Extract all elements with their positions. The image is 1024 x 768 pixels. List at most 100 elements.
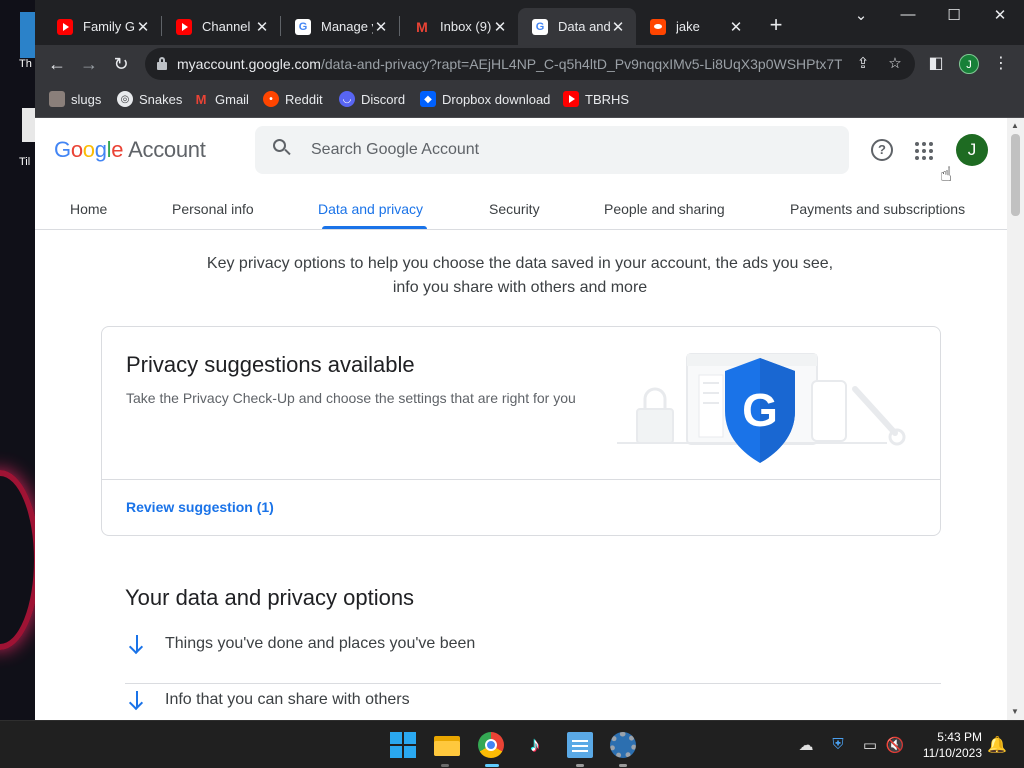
bookmark-discord[interactable]: ◡ Discord xyxy=(339,91,405,107)
forward-button[interactable]: → xyxy=(76,51,102,77)
gmail-icon: M xyxy=(195,91,207,107)
svg-text:G: G xyxy=(742,384,778,436)
volume-icon[interactable]: 🔇 xyxy=(885,736,905,754)
close-tab-icon[interactable]: ✕ xyxy=(373,18,389,36)
start-button[interactable] xyxy=(390,732,416,758)
clock-time: 5:43 PM xyxy=(937,730,982,744)
active-tab-indicator xyxy=(322,226,427,229)
browser-tab[interactable]: Channel c ✕ xyxy=(162,8,280,45)
share-icon[interactable]: ⇪ xyxy=(853,54,873,74)
close-window-button[interactable]: ✕ xyxy=(977,6,1023,24)
side-panel-icon[interactable]: ◧ xyxy=(925,53,947,73)
scrollbar-thumb[interactable] xyxy=(1011,134,1020,216)
youtube-icon xyxy=(563,91,579,107)
bookmark-star-icon[interactable]: ☆ xyxy=(885,54,905,74)
bookmark-tbrhs[interactable]: TBRHS xyxy=(563,91,629,107)
browser-tab-active[interactable]: G Data and ✕ xyxy=(518,8,636,45)
bookmark-snakes[interactable]: ◎ Snakes xyxy=(117,91,182,107)
bookmark-reddit[interactable]: • Reddit xyxy=(263,91,323,107)
discord-icon: ◡ xyxy=(339,91,355,107)
options-section-title: Your data and privacy options xyxy=(125,585,415,610)
bookmark-label: slugs xyxy=(71,91,102,107)
tiktok-icon[interactable]: ♪ xyxy=(522,732,548,758)
close-tab-icon[interactable]: ✕ xyxy=(254,18,270,36)
system-clock[interactable]: 5:43 PM 11/10/2023 xyxy=(912,729,982,761)
globe-icon: ◎ xyxy=(117,91,133,107)
bookmark-dropbox[interactable]: ◆ Dropbox download xyxy=(420,91,550,107)
tab-strip: Family Gu ✕ Channel c ✕ G Manage y ✕ M I… xyxy=(35,0,1024,45)
google-account-logo[interactable]: Google Account xyxy=(54,137,206,163)
url-text[interactable]: myaccount.google.com/data-and-privacy?ra… xyxy=(177,56,842,72)
minimize-button[interactable]: — xyxy=(885,6,931,23)
tab-security[interactable]: Security xyxy=(489,201,540,217)
bookmark-slugs[interactable]: slugs xyxy=(49,91,101,107)
account-wordmark: Account xyxy=(128,137,206,162)
chrome-icon[interactable] xyxy=(478,732,504,758)
bookmark-label: Dropbox download xyxy=(442,91,551,107)
network-icon[interactable]: ▭ xyxy=(860,736,880,754)
help-icon[interactable]: ? xyxy=(871,139,893,161)
google-wordmark: Google xyxy=(54,137,124,162)
desktop-icon-label: Th xyxy=(19,58,32,70)
desktop-file-icon[interactable] xyxy=(22,108,36,142)
new-tab-button[interactable]: + xyxy=(765,12,787,38)
browser-tab[interactable]: Family Gu ✕ xyxy=(43,8,161,45)
maximize-button[interactable]: ☐ xyxy=(931,6,977,24)
profile-avatar[interactable]: J xyxy=(959,54,979,74)
bookmarks-bar: slugs ◎ Snakes M Gmail • Reddit ◡ Discor… xyxy=(35,83,1024,118)
running-indicator xyxy=(576,764,584,767)
option-row[interactable]: Info that you can share with others xyxy=(125,684,941,720)
scroll-down-icon[interactable]: ▼ xyxy=(1011,707,1019,716)
settings-icon[interactable] xyxy=(610,732,636,758)
tab-title: Family Gu xyxy=(83,19,135,34)
close-tab-icon[interactable]: ✕ xyxy=(135,18,151,36)
tab-home[interactable]: Home xyxy=(70,201,107,217)
close-tab-icon[interactable]: ✕ xyxy=(728,18,744,36)
browser-tab[interactable]: G Manage y ✕ xyxy=(281,8,399,45)
account-avatar[interactable]: J xyxy=(956,134,988,166)
search-input[interactable] xyxy=(311,138,831,162)
onedrive-icon[interactable]: ☁ xyxy=(796,736,816,754)
browser-toolbar: ← → ↻ myaccount.google.com/data-and-priv… xyxy=(35,45,1024,83)
bookmark-label: Gmail xyxy=(215,91,249,107)
reddit-icon xyxy=(650,18,666,35)
page-scrollbar[interactable]: ▲ ▼ xyxy=(1007,118,1024,720)
option-row[interactable]: Things you've done and places you've bee… xyxy=(125,628,941,684)
tab-search-icon[interactable]: ⌄ xyxy=(838,6,884,24)
tab-data-and-privacy[interactable]: Data and privacy xyxy=(318,201,423,217)
tab-people-and-sharing[interactable]: People and sharing xyxy=(604,201,725,217)
security-shield-icon[interactable]: ⛨ xyxy=(828,736,848,753)
arrow-down-icon xyxy=(128,690,145,711)
tab-personal-info[interactable]: Personal info xyxy=(172,201,254,217)
desktop-icon[interactable] xyxy=(20,12,36,58)
lock-icon[interactable] xyxy=(157,57,167,70)
reload-button[interactable]: ↻ xyxy=(108,51,134,77)
file-explorer-icon[interactable] xyxy=(434,732,460,758)
reddit-icon: • xyxy=(263,91,279,107)
tab-payments-and-subscriptions[interactable]: Payments and subscriptions xyxy=(790,201,965,217)
review-suggestion-link[interactable]: Review suggestion (1) xyxy=(126,499,274,515)
search-icon[interactable] xyxy=(273,139,291,157)
notepad-icon[interactable] xyxy=(567,732,593,758)
bookmark-favicon-icon xyxy=(49,91,65,107)
youtube-icon xyxy=(57,18,73,35)
bookmark-label: Reddit xyxy=(285,91,323,107)
browser-tab[interactable]: jake ✕ xyxy=(636,8,754,45)
address-bar[interactable]: myaccount.google.com/data-and-privacy?ra… xyxy=(145,48,915,80)
intro-text: Key privacy options to help you choose t… xyxy=(206,255,834,296)
back-button[interactable]: ← xyxy=(44,51,70,77)
more-menu-icon[interactable]: ⋮ xyxy=(990,53,1012,73)
scroll-up-icon[interactable]: ▲ xyxy=(1011,121,1019,130)
close-tab-icon[interactable]: ✕ xyxy=(610,18,626,36)
account-search-box[interactable] xyxy=(255,126,849,174)
bookmark-gmail[interactable]: M Gmail xyxy=(193,91,249,107)
apps-grid-icon[interactable] xyxy=(915,142,933,160)
notification-bell-icon[interactable]: 🔔 xyxy=(987,735,1007,755)
gmail-icon: M xyxy=(416,18,428,35)
browser-tab[interactable]: M Inbox (9) ✕ xyxy=(400,8,518,45)
close-tab-icon[interactable]: ✕ xyxy=(492,18,508,36)
account-header: GoogleAccount ? J ☝ xyxy=(35,118,1007,186)
account-nav-tabs: Home Personal info Data and privacy Secu… xyxy=(35,182,1007,230)
card-description: Take the Privacy Check-Up and choose the… xyxy=(126,390,576,406)
bookmark-label: TBRHS xyxy=(585,91,630,107)
